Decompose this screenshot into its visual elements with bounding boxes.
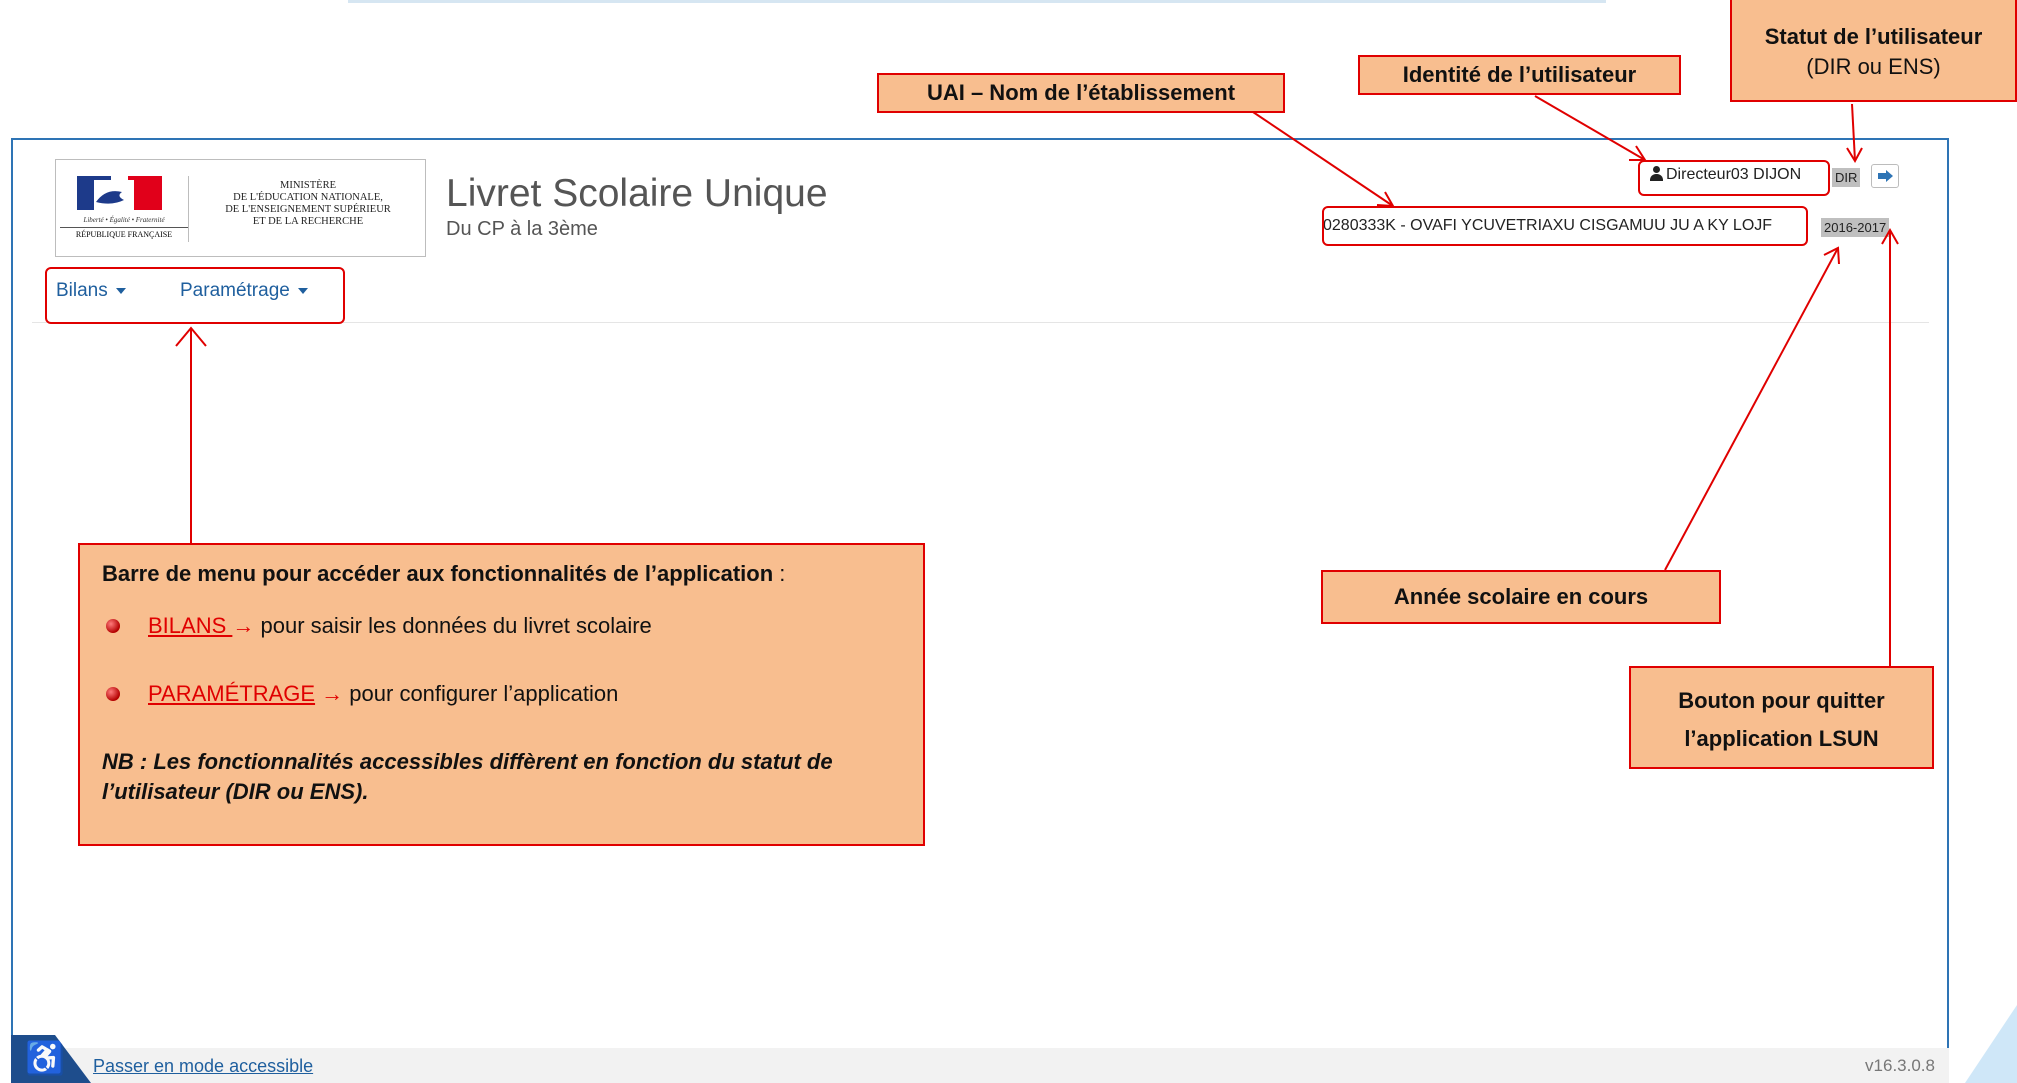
annotation-arrows — [175, 95, 1899, 666]
callout-menu-bar: Barre de menu pour accéder aux fonctionn… — [78, 543, 925, 846]
callout-quit: Bouton pour quitter l’application LSUN — [1629, 666, 1934, 769]
bullet-dot-icon — [106, 619, 120, 633]
menu-callout-title: Barre de menu pour accéder aux fonctionn… — [102, 561, 786, 586]
callout-uai: UAI – Nom de l’établissement — [877, 73, 1285, 113]
menu-callout-note: NB : Les fonctionnalités accessibles dif… — [102, 749, 833, 804]
bullet-parametrage: PARAMÉTRAGE → pour configurer l’applicat… — [102, 679, 901, 709]
callout-identity: Identité de l’utilisateur — [1358, 55, 1681, 95]
bullet-bilans: BILANS → pour saisir les données du livr… — [102, 611, 901, 641]
bullet-dot-icon — [106, 687, 120, 701]
callout-year: Année scolaire en cours — [1321, 570, 1721, 624]
callout-status: Statut de l’utilisateur (DIR ou ENS) — [1730, 0, 2017, 102]
